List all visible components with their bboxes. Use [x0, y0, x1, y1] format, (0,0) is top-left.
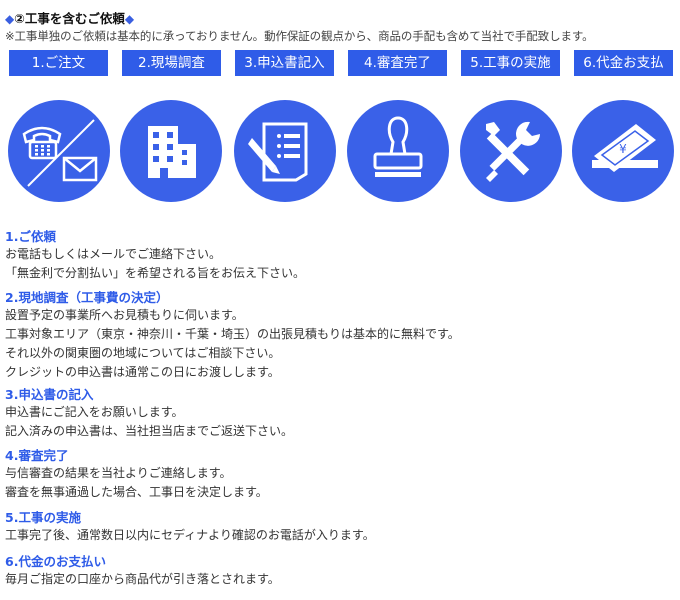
section-text: 申込書にご記入をお願いします。 — [5, 405, 184, 419]
step-button-5[interactable]: 5.工事の実施 — [461, 50, 560, 76]
section-heading: 1.ご依頼 — [5, 229, 56, 244]
step-icons: ¥ — [0, 100, 680, 204]
section-review: 4.審査完了 与信審査の結果を当社よりご連絡します。 審査を無事通過した場合、工… — [5, 448, 268, 502]
step-buttons: 1.ご注文 2.現場調査 3.申込書記入 4.審査完了 5.工事の実施 6.代金… — [9, 50, 673, 76]
section-text: 審査を無事通過した場合、工事日を決定します。 — [5, 485, 268, 499]
money-icon: ¥ — [572, 100, 674, 202]
section-heading: 2.現地調査（工事費の決定） — [5, 290, 169, 305]
step-button-2[interactable]: 2.現場調査 — [122, 50, 221, 76]
page-title-text: ②工事を含むご依頼 — [14, 11, 125, 26]
section-text: 工事完了後、通常数日以内にセディナより確認のお電話が入ります。 — [5, 528, 375, 542]
section-text: クレジットの申込書は通常この日にお渡しします。 — [5, 365, 280, 379]
section-application: 3.申込書の記入 申込書にご記入をお願いします。 記入済みの申込書は、当社担当店… — [5, 387, 293, 441]
section-heading: 3.申込書の記入 — [5, 387, 94, 402]
diamond-icon: ◆ — [5, 12, 15, 26]
section-text: 与信審査の結果を当社よりご連絡します。 — [5, 466, 232, 480]
section-text: 毎月ご指定の口座から商品代が引き落とされます。 — [5, 572, 280, 586]
form-pen-icon — [234, 100, 336, 202]
page-title: ◆②工事を含むご依頼◆ — [5, 8, 134, 27]
step-button-1[interactable]: 1.ご注文 — [9, 50, 108, 76]
section-text: 工事対象エリア（東京・神奈川・千葉・埼玉）の出張見積もりは基本的に無料です。 — [5, 327, 460, 341]
section-text: それ以外の関東圏の地域についてはご相談下さい。 — [5, 346, 281, 360]
step-button-4[interactable]: 4.審査完了 — [348, 50, 447, 76]
tools-icon — [460, 100, 562, 202]
building-icon — [120, 100, 222, 202]
diamond-icon: ◆ — [124, 12, 135, 26]
section-heading: 5.工事の実施 — [5, 510, 81, 525]
section-text: 設置予定の事業所へお見積もりに伺います。 — [5, 308, 244, 322]
section-text: 記入済みの申込書は、当社担当店までご返送下さい。 — [5, 424, 294, 438]
svg-text:¥: ¥ — [619, 142, 627, 156]
step-button-3[interactable]: 3.申込書記入 — [235, 50, 334, 76]
notice-text: ※工事単独のご依頼は基本的に承っておりません。動作保証の観点から、商品の手配も含… — [5, 29, 594, 43]
section-site-survey: 2.現地調査（工事費の決定） 設置予定の事業所へお見積もりに伺います。 工事対象… — [5, 290, 460, 382]
stamp-icon — [347, 100, 449, 202]
section-text: 「無金利で分割払い」を希望される旨をお伝え下さい。 — [5, 266, 306, 280]
section-construction: 5.工事の実施 工事完了後、通常数日以内にセディナより確認のお電話が入ります。 — [5, 510, 375, 545]
section-text: お電話もしくはメールでご連絡下さい。 — [5, 247, 222, 261]
section-request: 1.ご依頼 お電話もしくはメールでご連絡下さい。 「無金利で分割払い」を希望され… — [5, 229, 305, 283]
step-button-6[interactable]: 6.代金お支払 — [574, 50, 673, 76]
phone-mail-icon — [8, 100, 110, 202]
section-heading: 4.審査完了 — [5, 448, 69, 463]
section-payment: 6.代金のお支払い 毎月ご指定の口座から商品代が引き落とされます。 — [5, 554, 280, 589]
section-heading: 6.代金のお支払い — [5, 554, 106, 569]
